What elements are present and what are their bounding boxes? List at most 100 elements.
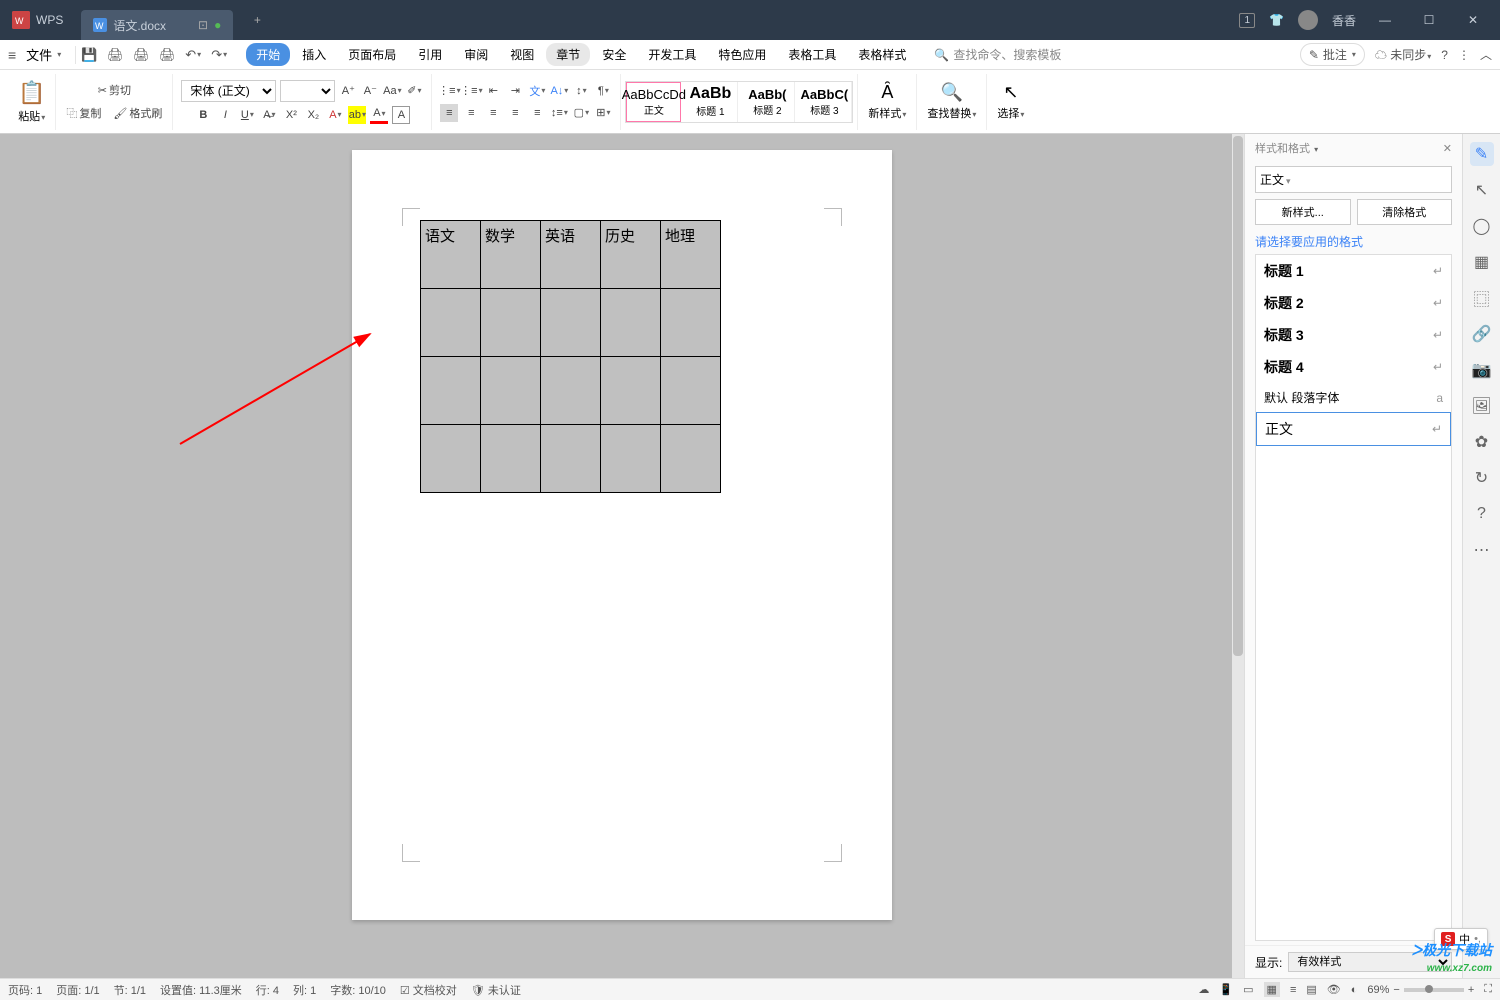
user-avatar[interactable] — [1298, 10, 1318, 30]
table-cell[interactable]: 英语 — [541, 221, 601, 289]
list-item[interactable]: 默认 段落字体a — [1256, 383, 1451, 412]
wps-logo[interactable]: W WPS — [0, 11, 75, 29]
minimize-button[interactable]: — — [1370, 5, 1400, 35]
help-strip-icon[interactable]: ? — [1470, 502, 1494, 526]
gear-icon[interactable]: ✿ — [1470, 430, 1494, 454]
strike-icon[interactable]: A̶▾ — [260, 106, 278, 124]
decrease-indent-icon[interactable]: ⇤ — [484, 82, 502, 100]
annotate-button[interactable]: ✎ 批注▾ — [1300, 43, 1365, 66]
save-icon[interactable]: 💾 — [80, 46, 98, 64]
tab-feature[interactable]: 特色应用 — [708, 43, 776, 66]
align-left-icon[interactable]: ≡ — [440, 104, 458, 122]
document-area[interactable]: 语文 数学 英语 历史 地理 — [0, 134, 1244, 978]
line-spacing-icon[interactable]: ↕≡▾ — [550, 104, 568, 122]
tab-reference[interactable]: 引用 — [408, 43, 452, 66]
print-direct-icon[interactable]: 🖨 — [106, 46, 124, 64]
page[interactable]: 语文 数学 英语 历史 地理 — [352, 150, 892, 920]
text-direction-icon[interactable]: 文▾ — [528, 82, 546, 100]
tab-layout[interactable]: 页面布局 — [338, 43, 406, 66]
text-effect-icon[interactable]: A▾ — [326, 106, 344, 124]
skin-icon[interactable]: 👕 — [1269, 13, 1284, 27]
file-menu[interactable]: 文件▾ — [20, 45, 67, 64]
grid-icon[interactable]: ▦ — [1470, 250, 1494, 274]
collapse-ribbon-icon[interactable]: ︿ — [1480, 46, 1492, 63]
underline-icon[interactable]: U▾ — [238, 106, 256, 124]
view-page-icon[interactable]: ▭ — [1243, 983, 1253, 996]
print-preview-icon[interactable]: 🖨 — [132, 46, 150, 64]
view-print-icon[interactable]: ▦ — [1264, 982, 1280, 997]
history-icon[interactable]: ↻ — [1470, 466, 1494, 490]
tab-security[interactable]: 安全 — [592, 43, 636, 66]
list-item[interactable]: 标题 2↵ — [1256, 287, 1451, 319]
style-h2[interactable]: AaBb(标题 2 — [740, 82, 795, 122]
view-focus-icon[interactable]: ◐ — [1351, 984, 1358, 996]
shrink-font-icon[interactable]: A⁻ — [361, 82, 379, 100]
style-h1[interactable]: AaBb标题 1 — [683, 82, 738, 122]
new-style-btn[interactable]: 新样式... — [1255, 199, 1351, 225]
highlight-icon[interactable]: ab▾ — [348, 106, 366, 124]
style-gallery[interactable]: AaBbCcDd正文 AaBb标题 1 AaBb(标题 2 AaBbC(标题 3 — [625, 81, 853, 123]
status-section[interactable]: 节: 1/1 — [114, 982, 146, 998]
distribute-icon[interactable]: ≡ — [528, 104, 546, 122]
print-icon[interactable]: 🖨 — [158, 46, 176, 64]
close-button[interactable]: ✕ — [1458, 5, 1488, 35]
tab-dev[interactable]: 开发工具 — [638, 43, 706, 66]
subscript-icon[interactable]: X₂ — [304, 106, 322, 124]
status-words[interactable]: 字数: 10/10 — [330, 982, 386, 998]
scrollbar-thumb[interactable] — [1233, 136, 1243, 656]
table-cell[interactable]: 语文 — [421, 221, 481, 289]
more-icon[interactable]: ⋮ — [1458, 48, 1470, 62]
undo-icon[interactable]: ↶▾ — [184, 46, 202, 64]
align-right-icon[interactable]: ≡ — [484, 104, 502, 122]
tab-start[interactable]: 开始 — [246, 43, 290, 66]
sync-button[interactable]: ☁ 未同步▾ — [1375, 46, 1431, 63]
borders-icon[interactable]: ⊞▾ — [594, 104, 612, 122]
current-style-select[interactable]: 正文 — [1255, 166, 1452, 193]
grow-font-icon[interactable]: A⁺ — [339, 82, 357, 100]
hamburger-icon[interactable]: ≡ — [8, 47, 16, 63]
bullets-icon[interactable]: ⋮≡▾ — [440, 82, 458, 100]
select-button[interactable]: ↖选择▾ — [993, 82, 1028, 121]
new-tab-button[interactable]: + — [245, 8, 269, 32]
document-tab[interactable]: W 语文.docx ⊡ ● — [81, 10, 233, 40]
tab-table-style[interactable]: 表格样式 — [848, 43, 916, 66]
bold-icon[interactable]: B — [194, 106, 212, 124]
fullscreen-icon[interactable]: ⛶ — [1484, 983, 1492, 996]
tab-menu-icon[interactable]: ⊡ — [198, 18, 208, 32]
style-normal[interactable]: AaBbCcDd正文 — [626, 82, 681, 122]
find-replace-button[interactable]: 🔍查找替换▾ — [923, 82, 980, 121]
pencil-icon[interactable]: ✎ — [1470, 142, 1494, 166]
table-cell[interactable]: 数学 — [481, 221, 541, 289]
view-outline-icon[interactable]: ▤ — [1306, 983, 1316, 996]
link-icon[interactable]: 🔗 — [1470, 322, 1494, 346]
more-strip-icon[interactable]: ⋯ — [1470, 538, 1494, 562]
increase-indent-icon[interactable]: ⇥ — [506, 82, 524, 100]
table-cell[interactable]: 地理 — [661, 221, 721, 289]
style-h3[interactable]: AaBbC(标题 3 — [797, 82, 852, 122]
font-color-icon[interactable]: A▾ — [370, 106, 388, 124]
char-border-icon[interactable]: A — [392, 106, 410, 124]
view-phone-icon[interactable]: 📱 — [1219, 983, 1233, 996]
shading-icon[interactable]: ▢▾ — [572, 104, 590, 122]
image-icon[interactable]: 🖼 — [1470, 394, 1494, 418]
list-item[interactable]: 标题 3↵ — [1256, 319, 1451, 351]
paste-button[interactable]: 📋 粘贴▾ — [14, 80, 49, 124]
zoom-out-icon[interactable]: − — [1393, 984, 1399, 996]
list-item[interactable]: 标题 1↵ — [1256, 255, 1451, 287]
align-center-icon[interactable]: ≡ — [462, 104, 480, 122]
font-name-select[interactable]: 宋体 (正文) — [181, 80, 276, 102]
panel-close-icon[interactable]: ✕ — [1443, 142, 1452, 155]
italic-icon[interactable]: I — [216, 106, 234, 124]
tab-section[interactable]: 章节 — [546, 43, 590, 66]
tab-view[interactable]: 视图 — [500, 43, 544, 66]
view-cloud-icon[interactable]: ☁ — [1198, 983, 1209, 996]
list-item[interactable]: 正文↵ — [1256, 412, 1451, 446]
camera-icon[interactable]: 📷 — [1470, 358, 1494, 382]
shape-icon[interactable]: ◯ — [1470, 214, 1494, 238]
clear-format-icon[interactable]: ✐▾ — [405, 82, 423, 100]
cut-button[interactable]: ✂ 剪切 — [94, 80, 135, 100]
copy-button[interactable]: ⿻ 复制 — [62, 103, 105, 123]
sort-icon[interactable]: A↓▾ — [550, 82, 568, 100]
tab-table-tools[interactable]: 表格工具 — [778, 43, 846, 66]
font-size-select[interactable] — [280, 80, 335, 102]
